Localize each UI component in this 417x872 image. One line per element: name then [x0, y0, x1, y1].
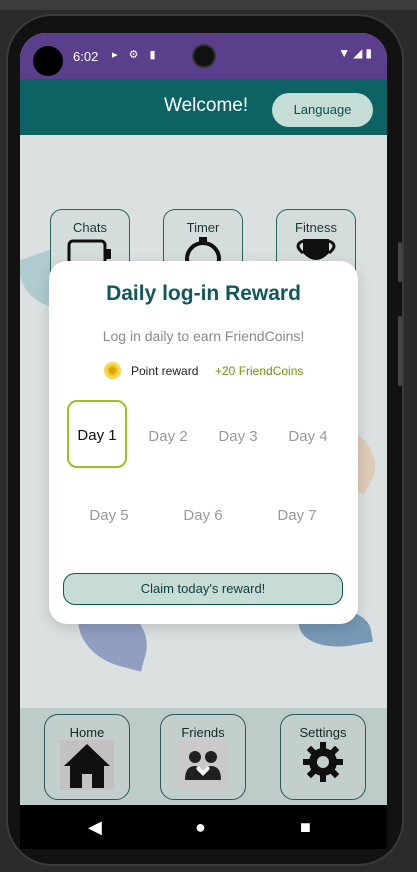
power-button [398, 242, 402, 282]
language-button[interactable]: Language [272, 93, 373, 127]
home-circle-icon[interactable]: ● [195, 817, 206, 838]
point-reward-label: Point reward [131, 364, 199, 378]
claim-reward-button[interactable]: Claim today's reward! [63, 573, 343, 605]
coin-icon [104, 362, 121, 379]
system-nav-bar: ◀ ● ■ [20, 805, 387, 849]
notification-icons: ▸ ⚙ ▮ [112, 49, 160, 61]
dialog-title: Daily log-in Reward [106, 282, 301, 305]
back-icon[interactable]: ◀ [88, 817, 102, 838]
day-5-cell[interactable]: Day 5 [78, 499, 140, 533]
welcome-title: Welcome! [164, 95, 249, 116]
app-bar: Welcome! Language [20, 79, 387, 135]
point-reward-value: +20 FriendCoins [215, 364, 304, 378]
day-6-cell[interactable]: Day 6 [172, 499, 234, 533]
status-time: 6:02 [73, 49, 99, 64]
punch-hole [33, 46, 63, 76]
day-7-cell[interactable]: Day 7 [266, 499, 328, 533]
dialog-subtitle: Log in daily to earn FriendCoins! [102, 328, 305, 344]
volume-button [398, 316, 402, 386]
daily-reward-dialog: Daily log-in Reward Log in daily to earn… [49, 261, 358, 624]
window-top-strip [0, 0, 417, 10]
status-bar: 6:02 ▸ ⚙ ▮ ▼◢▮ [20, 33, 387, 79]
camera-icon [192, 44, 216, 68]
recents-icon[interactable]: ■ [300, 817, 311, 838]
day-3-cell[interactable]: Day 3 [207, 420, 269, 454]
day-1-cell[interactable]: Day 1 [67, 400, 127, 468]
signal-battery-icons: ▼◢▮ [338, 46, 375, 60]
day-2-cell[interactable]: Day 2 [137, 420, 199, 454]
day-4-cell[interactable]: Day 4 [277, 420, 339, 454]
